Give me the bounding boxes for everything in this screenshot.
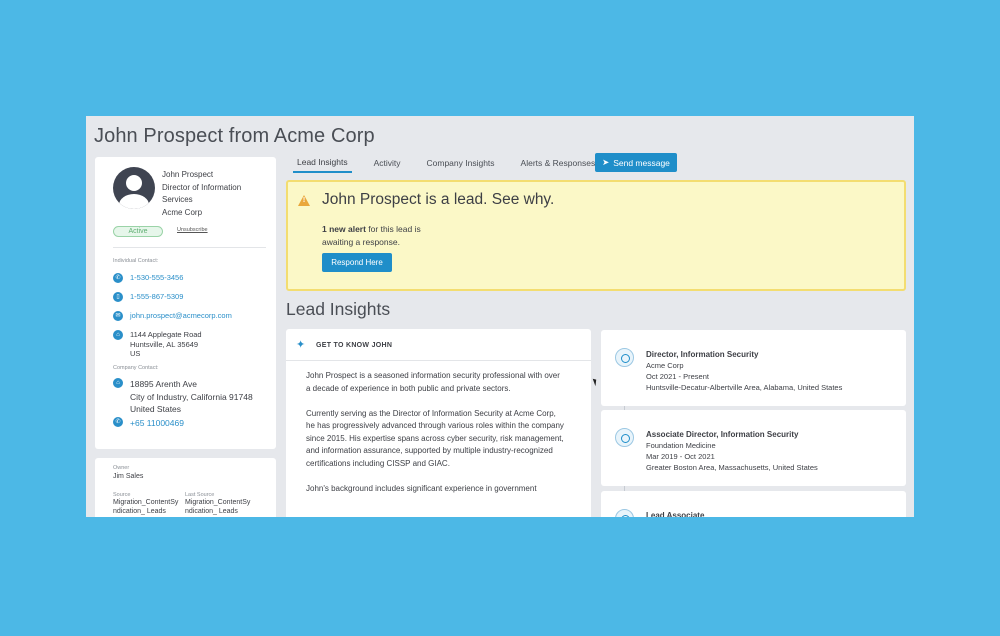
contact-card: John Prospect Director of Information Se… bbox=[95, 157, 276, 449]
phone2-row[interactable]: ▯ 1-555-867-5309 bbox=[113, 292, 183, 302]
alert-body: 1 new alert for this lead is awaiting a … bbox=[322, 223, 452, 248]
page-title: John Prospect from Acme Corp bbox=[94, 125, 375, 147]
tab-company-insights[interactable]: Company Insights bbox=[423, 154, 499, 172]
phone2-link[interactable]: 1-555-867-5309 bbox=[130, 292, 183, 302]
owner-label: Owner bbox=[113, 465, 130, 471]
timeline-location: Huntsville-Decatur-Albertville Area, Ala… bbox=[646, 383, 843, 392]
tab-alerts-responses[interactable]: Alerts & Responses bbox=[517, 154, 600, 172]
last-source-value-line1: Migration_ContentSy bbox=[185, 499, 251, 506]
insights-paragraph-2: Currently serving as the Director of Inf… bbox=[306, 408, 564, 468]
insights-title: GET TO KNOW JOHN bbox=[316, 342, 393, 349]
timeline-item: Director, Information Security Acme Corp… bbox=[601, 330, 906, 406]
send-message-button[interactable]: ➤ Send message bbox=[595, 153, 677, 172]
individual-contact-label: Individual Contact: bbox=[113, 258, 159, 264]
fingerprint-icon bbox=[615, 428, 634, 447]
address-text: 1144 Applegate Road Huntsville, AL 35649… bbox=[130, 330, 202, 359]
company-address-text: 18895 Arenth Ave City of Industry, Calif… bbox=[130, 378, 253, 416]
sparkle-icon: ✦ bbox=[296, 339, 306, 351]
last-source-value-line2: ndication_ Leads bbox=[185, 507, 238, 515]
alert-title: John Prospect is a lead. See why. bbox=[322, 191, 555, 208]
last-source-label: Last Source bbox=[185, 492, 215, 498]
timeline-location: Greater Boston Area, Massachusetts, Unit… bbox=[646, 463, 818, 472]
divider bbox=[113, 247, 266, 248]
phone-icon: ✆ bbox=[113, 417, 123, 427]
phone-icon: ✆ bbox=[113, 273, 123, 283]
status-badge: Active bbox=[113, 226, 163, 237]
building-icon: ⌂ bbox=[113, 378, 123, 388]
timeline-company: Foundation Medicine bbox=[646, 441, 716, 450]
send-message-label: Send message bbox=[613, 157, 670, 168]
section-title: Lead Insights bbox=[286, 299, 391, 319]
insights-body: John Prospect is a seasoned information … bbox=[306, 370, 566, 508]
address-line1: 1144 Applegate Road bbox=[130, 330, 202, 339]
email-icon: ✉ bbox=[113, 311, 123, 321]
app-window: John Prospect from Acme Corp John Prospe… bbox=[86, 116, 914, 517]
phone1-row[interactable]: ✆ 1-530-555-3456 bbox=[113, 273, 183, 283]
timeline-item: Lead Associate bbox=[601, 491, 906, 517]
respond-here-button[interactable]: Respond Here bbox=[322, 253, 392, 272]
contact-title-line1: Director of Information bbox=[162, 182, 242, 192]
address-line2: Huntsville, AL 35649 bbox=[130, 339, 199, 349]
fingerprint-icon bbox=[615, 509, 634, 517]
last-source-value: Migration_ContentSy ndication_ Leads bbox=[185, 499, 250, 516]
insights-paragraph-3: John's background includes significant e… bbox=[306, 483, 537, 493]
company-contact-label: Company Contact: bbox=[113, 365, 159, 371]
email-link[interactable]: john.prospect@acmecorp.com bbox=[130, 311, 232, 321]
timeline-dates: Oct 2021 - Present bbox=[646, 372, 709, 381]
source-value-line2: ndication_ Leads bbox=[113, 507, 166, 515]
company-address-line2: City of Industry, California 91748 bbox=[130, 391, 253, 402]
company-phone-row[interactable]: ✆ +65 11000469 bbox=[113, 417, 184, 430]
insights-card: ✦ GET TO KNOW JOHN John Prospect is a se… bbox=[286, 329, 591, 517]
timeline-dates: Mar 2019 - Oct 2021 bbox=[646, 452, 715, 461]
tab-activity[interactable]: Activity bbox=[370, 154, 405, 172]
email-row[interactable]: ✉ john.prospect@acmecorp.com bbox=[113, 311, 232, 321]
tab-lead-insights[interactable]: Lead Insights bbox=[293, 153, 352, 173]
source-value-line1: Migration_ContentSy bbox=[113, 499, 179, 506]
alert-count: 1 new alert bbox=[322, 224, 366, 234]
mobile-icon: ▯ bbox=[113, 292, 123, 302]
timeline-role: Associate Director, Information Security bbox=[646, 430, 799, 439]
contact-identity: John Prospect Director of Information Se… bbox=[162, 169, 270, 219]
tab-bar: Lead Insights Activity Company Insights … bbox=[293, 153, 617, 173]
address-row: ⌂ 1144 Applegate Road Huntsville, AL 356… bbox=[113, 330, 202, 359]
timeline-company: Acme Corp bbox=[646, 361, 684, 370]
address-line3: US bbox=[130, 349, 141, 358]
contact-company: Acme Corp bbox=[162, 207, 203, 217]
unsubscribe-link[interactable]: Unsubscribe bbox=[177, 227, 208, 233]
avatar bbox=[113, 167, 155, 209]
company-phone-link[interactable]: +65 11000469 bbox=[130, 417, 184, 430]
owner-card: Owner Jim Sales Source Migration_Content… bbox=[95, 458, 276, 517]
timeline-role: Lead Associate bbox=[646, 511, 705, 517]
company-address-row: ⌂ 18895 Arenth Ave City of Industry, Cal… bbox=[113, 378, 253, 416]
fingerprint-icon bbox=[615, 348, 634, 367]
mouse-cursor bbox=[592, 377, 599, 387]
lead-alert-panel: ! John Prospect is a lead. See why. 1 ne… bbox=[286, 180, 906, 291]
source-value: Migration_ContentSy ndication_ Leads bbox=[113, 499, 178, 516]
contact-title-line2: Services bbox=[162, 195, 193, 204]
timeline-item: Associate Director, Information Security… bbox=[601, 410, 906, 486]
insights-header: ✦ GET TO KNOW JOHN bbox=[286, 329, 591, 361]
company-address-line3: United States bbox=[130, 404, 182, 414]
warning-mark: ! bbox=[302, 197, 306, 204]
source-label: Source bbox=[113, 492, 131, 498]
contact-name: John Prospect bbox=[162, 170, 214, 179]
owner-value: Jim Sales bbox=[113, 473, 144, 480]
company-address-line1: 18895 Arenth Ave bbox=[130, 379, 197, 389]
timeline-role: Director, Information Security bbox=[646, 350, 759, 359]
home-icon: ⌂ bbox=[113, 330, 123, 340]
send-icon: ➤ bbox=[602, 157, 610, 167]
phone1-link[interactable]: 1-530-555-3456 bbox=[130, 273, 183, 283]
insights-paragraph-1: John Prospect is a seasoned information … bbox=[306, 371, 560, 393]
